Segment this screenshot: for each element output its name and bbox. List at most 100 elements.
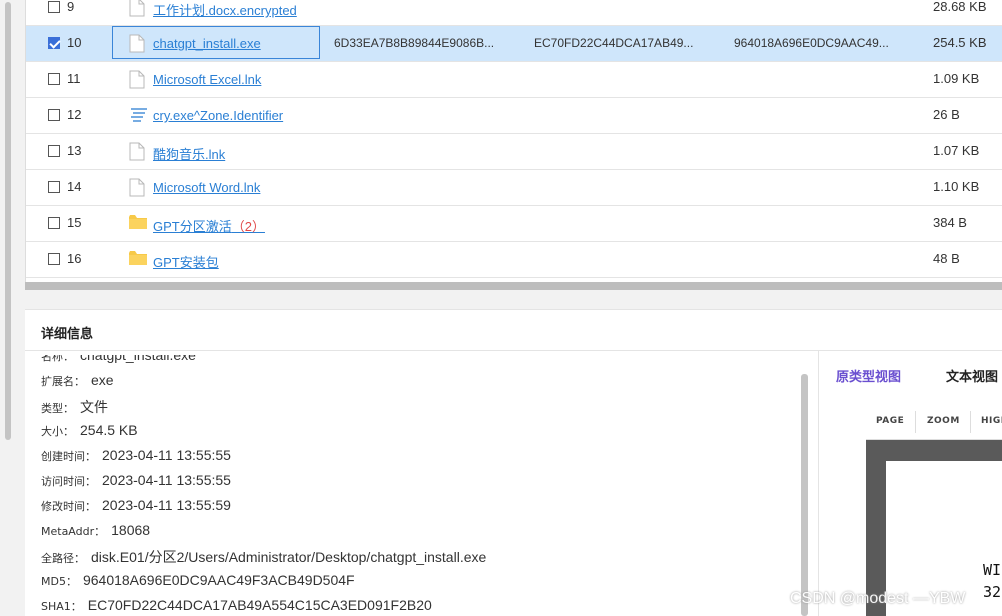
- detail-property: 创建时间： 2023-04-11 13:55:55: [41, 447, 231, 464]
- row-checkbox[interactable]: [48, 181, 60, 193]
- row-number: 16: [67, 251, 82, 266]
- detail-property: 大小： 254.5 KB: [41, 422, 138, 439]
- property-key: 扩展名：: [41, 375, 85, 388]
- row-checkbox[interactable]: [48, 73, 60, 85]
- property-key: 创建时间：: [41, 450, 96, 463]
- tab-text-view[interactable]: 文本视图: [946, 366, 998, 385]
- row-checkbox[interactable]: [48, 1, 60, 13]
- row-number: 15: [67, 215, 82, 230]
- file-size: 48 B: [933, 251, 960, 266]
- file-name-link[interactable]: GPT分区激活（2）: [153, 216, 265, 235]
- file-name-link[interactable]: 工作计划.docx.encrypted: [153, 0, 297, 19]
- sha256-cell: 964018A696E0DC9AAC49...: [734, 36, 889, 50]
- property-value: chatgpt_install.exe: [80, 355, 196, 363]
- stream-icon: [129, 106, 149, 128]
- detail-property: MD5： 964018A696E0DC9AAC49F3ACB49D504F: [41, 572, 355, 589]
- property-key: 修改时间：: [41, 500, 96, 513]
- property-key: 全路径：: [41, 552, 85, 565]
- document-viewer: PAGE ZOOM HIGH WI 32: [866, 403, 1002, 616]
- property-key: 类型：: [41, 402, 74, 415]
- file-size: 26 B: [933, 107, 960, 122]
- table-row[interactable]: 13 酷狗音乐.lnk 1.07 KB: [26, 134, 1002, 170]
- viewer-toolbar: PAGE ZOOM HIGH: [866, 403, 1002, 440]
- property-value: 18068: [111, 522, 151, 538]
- file-name-link[interactable]: Microsoft Word.lnk: [153, 180, 260, 195]
- row-checkbox[interactable]: [48, 37, 60, 49]
- file-name-text: GPT分区激活: [153, 219, 232, 234]
- table-row[interactable]: 15 GPT分区激活（2） 384 B: [26, 206, 1002, 242]
- detail-property: 扩展名： exe: [41, 372, 114, 389]
- table-row[interactable]: 16 GPT安装包 48 B: [26, 242, 1002, 278]
- divider: [25, 350, 1002, 351]
- zoom-button[interactable]: ZOOM: [927, 416, 960, 426]
- file-name-link[interactable]: chatgpt_install.exe: [153, 36, 261, 51]
- file-name-text: 工作计划.docx.encrypted: [153, 3, 297, 18]
- table-row[interactable]: 10 chatgpt_install.exe 6D33EA7B8B89844E908…: [26, 26, 1002, 62]
- detail-properties: 名称： chatgpt_install.exe 扩展名： exe 类型： 文件大小： 254…: [41, 355, 801, 616]
- file-table-horizontal-scrollbar[interactable]: [25, 282, 1002, 290]
- file-size: 254.5 KB: [933, 35, 987, 50]
- detail-scrollbar[interactable]: [801, 374, 808, 616]
- row-number: 10: [67, 35, 82, 50]
- detail-title: 详细信息: [41, 327, 94, 342]
- divider: [970, 411, 971, 433]
- detail-property: SHA1： EC70FD22C44DCA17AB49A554C15CA3ED091…: [41, 597, 432, 614]
- page-scrollbar[interactable]: [4, 0, 12, 440]
- row-checkbox[interactable]: [48, 109, 60, 121]
- detail-property: 修改时间： 2023-04-11 13:55:59: [41, 497, 231, 514]
- file-icon: [129, 178, 145, 201]
- detail-property: 名称： chatgpt_install.exe: [41, 355, 196, 364]
- file-size: 1.07 KB: [933, 143, 980, 158]
- page-text: WI: [983, 561, 1002, 579]
- file-size: 1.10 KB: [933, 179, 980, 194]
- property-key: MetaAddr：: [41, 525, 106, 538]
- page-text: 32: [983, 583, 1002, 601]
- file-name-link[interactable]: Microsoft Excel.lnk: [153, 72, 261, 87]
- property-value: disk.E01/分区2/Users/Administrator/Desktop…: [91, 549, 487, 565]
- file-name-text: Microsoft Excel.lnk: [153, 72, 262, 87]
- property-value: 2023-04-11 13:55:55: [102, 472, 231, 488]
- detail-panel: 详细信息 名称： chatgpt_install.exe 扩展名： exe 类型： 文件大…: [25, 309, 1002, 616]
- table-row[interactable]: 11 Microsoft Excel.lnk 1.09 KB: [26, 62, 1002, 98]
- file-size: 384 B: [933, 215, 967, 230]
- watermark: CSDN @modest —YBW: [790, 590, 966, 607]
- property-value: 2023-04-11 13:55:59: [102, 497, 231, 513]
- file-name-text: 酷狗音乐.lnk: [153, 147, 226, 162]
- row-checkbox[interactable]: [48, 145, 60, 157]
- sha1-cell: EC70FD22C44DCA17AB49...: [534, 36, 694, 50]
- row-number: 14: [67, 179, 82, 194]
- file-name-text: chatgpt_install.exe: [153, 36, 261, 51]
- row-number: 11: [67, 71, 81, 86]
- file-name-link[interactable]: 酷狗音乐.lnk: [153, 144, 225, 163]
- tab-prototype-view[interactable]: 原类型视图: [836, 366, 901, 385]
- file-name-link[interactable]: GPT安装包: [153, 252, 219, 271]
- table-row[interactable]: 9 工作计划.docx.encrypted 28.68 KB: [26, 0, 1002, 26]
- property-key: 名称：: [41, 355, 74, 363]
- folder-icon: [129, 214, 147, 234]
- property-value: 文件: [80, 399, 108, 415]
- table-row[interactable]: 14 Microsoft Word.lnk 1.10 KB: [26, 170, 1002, 206]
- page-button[interactable]: PAGE: [876, 416, 904, 426]
- property-value: 2023-04-11 13:55:55: [102, 447, 231, 463]
- highlight-button[interactable]: HIGH: [981, 416, 1002, 426]
- row-checkbox[interactable]: [48, 253, 60, 265]
- file-icon: [129, 0, 145, 21]
- row-checkbox[interactable]: [48, 217, 60, 229]
- detail-property: 访问时间： 2023-04-11 13:55:55: [41, 472, 231, 489]
- property-key: 访问时间：: [41, 475, 96, 488]
- property-key: MD5：: [41, 575, 77, 588]
- divider: [915, 411, 916, 433]
- file-table: 9 工作计划.docx.encrypted 28.68 KB 10 chatgpt_in…: [25, 0, 1002, 290]
- file-icon: [129, 70, 145, 93]
- md5-cell: 6D33EA7B8B89844E9086B...: [334, 36, 495, 50]
- table-row[interactable]: 12 cry.exe^Zone.Identifier 26 B: [26, 98, 1002, 134]
- page-scrollbar-thumb[interactable]: [5, 2, 11, 440]
- file-name-link[interactable]: cry.exe^Zone.Identifier: [153, 108, 283, 123]
- property-value: EC70FD22C44DCA17AB49A554C15CA3ED091F2B20: [87, 597, 432, 613]
- property-key: SHA1：: [41, 600, 82, 613]
- item-count: （2）: [231, 219, 265, 234]
- file-size: 1.09 KB: [933, 71, 980, 86]
- property-value: 964018A696E0DC9AAC49F3ACB49D504F: [82, 572, 355, 588]
- property-key: 大小：: [41, 425, 74, 438]
- file-name-text: Microsoft Word.lnk: [153, 180, 261, 195]
